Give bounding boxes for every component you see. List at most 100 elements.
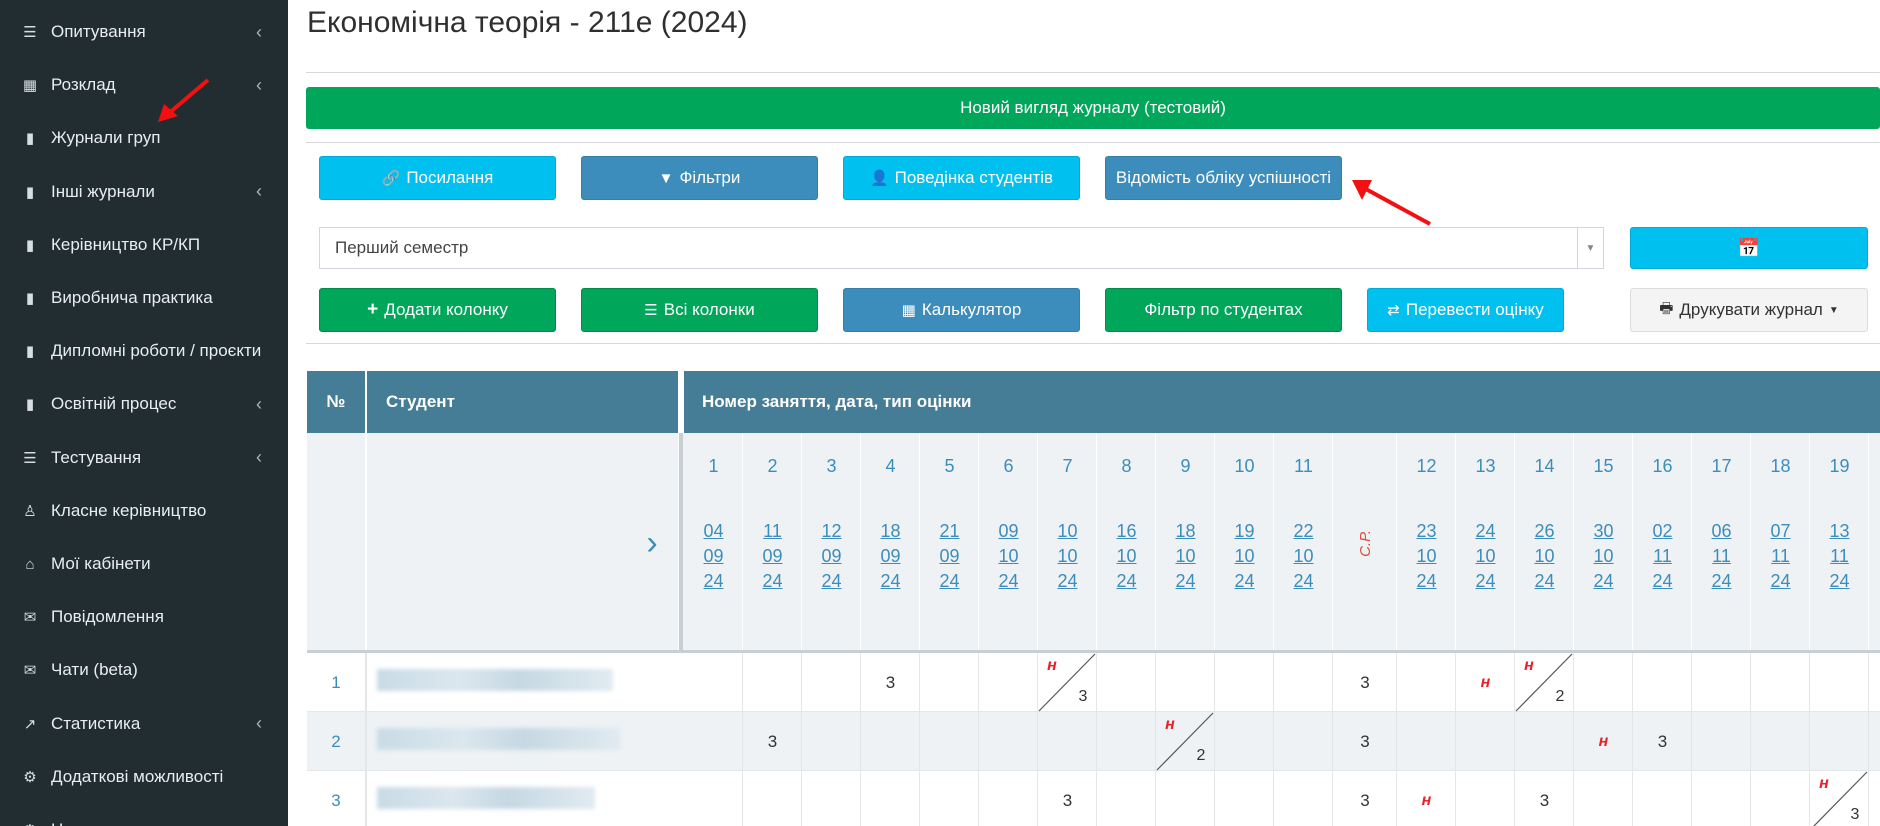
cell-separator — [1809, 712, 1810, 771]
new-journal-view-button[interactable]: Новий вигляд журналу (тестовий) — [306, 87, 1880, 129]
grade-value[interactable]: 3 — [1515, 771, 1574, 826]
sidebar-item-label: Журнали груп — [51, 128, 161, 148]
grade-statement-button[interactable]: Відомість обліку успішності — [1105, 156, 1342, 200]
sidebar-item[interactable]: ⌂ Мої кабінети — [0, 538, 288, 590]
sidebar-item[interactable]: ▮ Журнали груп — [0, 112, 288, 164]
sidebar-item[interactable]: ☰ Опитування ‹ — [0, 6, 288, 58]
convert-grade-button[interactable]: ⇄ Перевести оцінку — [1367, 288, 1564, 332]
lesson-date-link[interactable]: 30 10 24 — [1574, 518, 1633, 594]
sidebar-item[interactable]: ▮ Дипломні роботи / проєкти — [0, 325, 288, 377]
lesson-number: 16 — [1652, 455, 1673, 476]
sidebar-item[interactable]: ✉ Чати (beta) — [0, 644, 288, 696]
grade-value[interactable]: 3 — [1333, 771, 1397, 826]
links-button[interactable]: 🔗 Посилання — [319, 156, 556, 200]
chevron-right-icon[interactable]: › — [637, 523, 667, 563]
lesson-number: 8 — [1121, 455, 1132, 476]
lesson-date-part: 06 — [1711, 520, 1732, 541]
grade-value[interactable]: 3 — [1333, 712, 1397, 771]
sidebar-item[interactable]: ▦ Розклад ‹ — [0, 59, 288, 111]
grade-value[interactable]: 3 — [1038, 771, 1097, 826]
sidebar-item[interactable]: ▮ Виробнича практика — [0, 272, 288, 324]
grade-value[interactable]: 3 — [1073, 686, 1093, 708]
lesson-date-link[interactable]: 06 11 24 — [1692, 518, 1751, 594]
lesson-date-link[interactable]: 04 09 24 — [684, 518, 743, 594]
cell-separator — [978, 712, 979, 771]
grade-value[interactable]: 3 — [743, 712, 802, 771]
sidebar-item[interactable]: ▮ Керівництво КР/КП — [0, 219, 288, 271]
sidebar-item[interactable]: ▮ Освітній процес ‹ — [0, 378, 288, 430]
calendar-icon: 📅 — [1737, 237, 1761, 258]
cell-separator — [1214, 653, 1215, 712]
col-header-student: Студент — [367, 371, 678, 433]
absence-mark[interactable]: н — [1456, 653, 1515, 712]
book-icon: ▮ — [25, 130, 35, 148]
row-number: 2 — [331, 731, 341, 751]
lesson-date-part: 04 — [703, 520, 724, 541]
absence-mark[interactable]: н — [1574, 712, 1633, 771]
header-cell — [307, 433, 365, 653]
lesson-date-link[interactable]: 11 09 24 — [743, 518, 802, 594]
lesson-date-link[interactable]: 16 10 24 — [1097, 518, 1156, 594]
student-behavior-button[interactable]: 👤 Поведінка студентів — [843, 156, 1080, 200]
sidebar-item[interactable]: ⚙ Додаткові можливості — [0, 751, 288, 803]
student-name-redacted[interactable] — [377, 669, 613, 691]
lesson-date-part: 09 — [821, 545, 842, 566]
lesson-date-link[interactable]: 26 10 24 — [1515, 518, 1574, 594]
grade-value[interactable]: 3 — [1333, 653, 1397, 712]
lesson-date-link[interactable]: 18 09 24 — [861, 518, 920, 594]
grade-value[interactable]: 2 — [1550, 686, 1570, 708]
sidebar-item[interactable]: ♙ Класне керівництво — [0, 485, 288, 537]
grade-value[interactable]: 3 — [1633, 712, 1692, 771]
lesson-date-part: 24 — [1593, 570, 1614, 591]
lesson-date-link[interactable]: 13 11 24 — [1810, 518, 1869, 594]
sidebar-item[interactable]: ↗ Статистика ‹ — [0, 698, 288, 750]
col-header-number: № — [307, 371, 365, 433]
absence-mark[interactable]: н — [1397, 771, 1456, 826]
lesson-date-part: 24 — [762, 570, 783, 591]
lesson-date-link[interactable]: 22 10 24 — [1274, 518, 1333, 594]
annotation-arrow-icon — [158, 78, 210, 122]
lesson-date-link[interactable]: 18 10 24 — [1156, 518, 1215, 594]
lesson-date-link[interactable]: 21 09 24 — [920, 518, 979, 594]
grade-value[interactable]: 3 — [861, 653, 920, 712]
cell-separator — [1037, 712, 1038, 771]
lesson-date-link[interactable]: 07 11 24 — [1751, 518, 1810, 594]
lesson-date-part: 10 — [998, 545, 1019, 566]
lesson-date-link[interactable]: 09 10 24 — [979, 518, 1038, 594]
date-picker-button[interactable]: 📅 — [1630, 227, 1868, 269]
all-columns-button[interactable]: ☰ Всі колонки — [581, 288, 818, 332]
sidebar-item[interactable]: ▮ Інші журнали ‹ — [0, 166, 288, 218]
cell-separator — [860, 712, 861, 771]
lesson-date-part: 24 — [1293, 570, 1314, 591]
cell-separator — [1868, 712, 1869, 771]
filters-button[interactable]: ▼ Фільтри — [581, 156, 818, 200]
gear-icon: ⚙ — [23, 768, 37, 786]
lesson-date-link[interactable]: 02 11 24 — [1633, 518, 1692, 594]
grade-value[interactable]: 2 — [1191, 745, 1211, 767]
calculator-button[interactable]: ▦ Калькулятор — [843, 288, 1080, 332]
student-filter-button[interactable]: Фільтр по студентах — [1105, 288, 1342, 332]
chevron-left-icon: ‹ — [256, 181, 262, 202]
lesson-date-link[interactable]: 19 10 24 — [1215, 518, 1274, 594]
lesson-date-link[interactable]: 23 10 24 — [1397, 518, 1456, 594]
lesson-date-link[interactable]: 24 10 24 — [1456, 518, 1515, 594]
app: ☰ Опитування ‹ ▦ Розклад ‹ ▮ Журнали груп ▮ Інші … — [0, 0, 1880, 826]
print-journal-button[interactable]: 🖶 Друкувати журнал ▼ — [1630, 288, 1868, 332]
student-name-redacted[interactable] — [377, 787, 595, 809]
lesson-date-link[interactable]: 10 10 24 — [1038, 518, 1097, 594]
sidebar-item[interactable]: ⚙ Н... — [0, 804, 288, 826]
lesson-number: 4 — [885, 455, 896, 476]
lesson-number: 2 — [767, 455, 778, 476]
lesson-date-link[interactable]: 12 09 24 — [802, 518, 861, 594]
cell-separator — [860, 771, 861, 826]
lesson-number: 1 — [708, 455, 719, 476]
lesson-number: 9 — [1180, 455, 1191, 476]
lesson-number — [1333, 453, 1397, 479]
semester-select[interactable]: Перший семестр ▼ — [319, 227, 1604, 269]
student-name-redacted[interactable] — [377, 728, 621, 750]
cell-separator — [978, 771, 979, 826]
add-column-button[interactable]: + Додати колонку — [319, 288, 556, 332]
sidebar-item[interactable]: ✉ Повідомлення — [0, 591, 288, 643]
sidebar-item[interactable]: ☰ Тестування ‹ — [0, 432, 288, 484]
grade-value[interactable]: 3 — [1845, 804, 1865, 826]
